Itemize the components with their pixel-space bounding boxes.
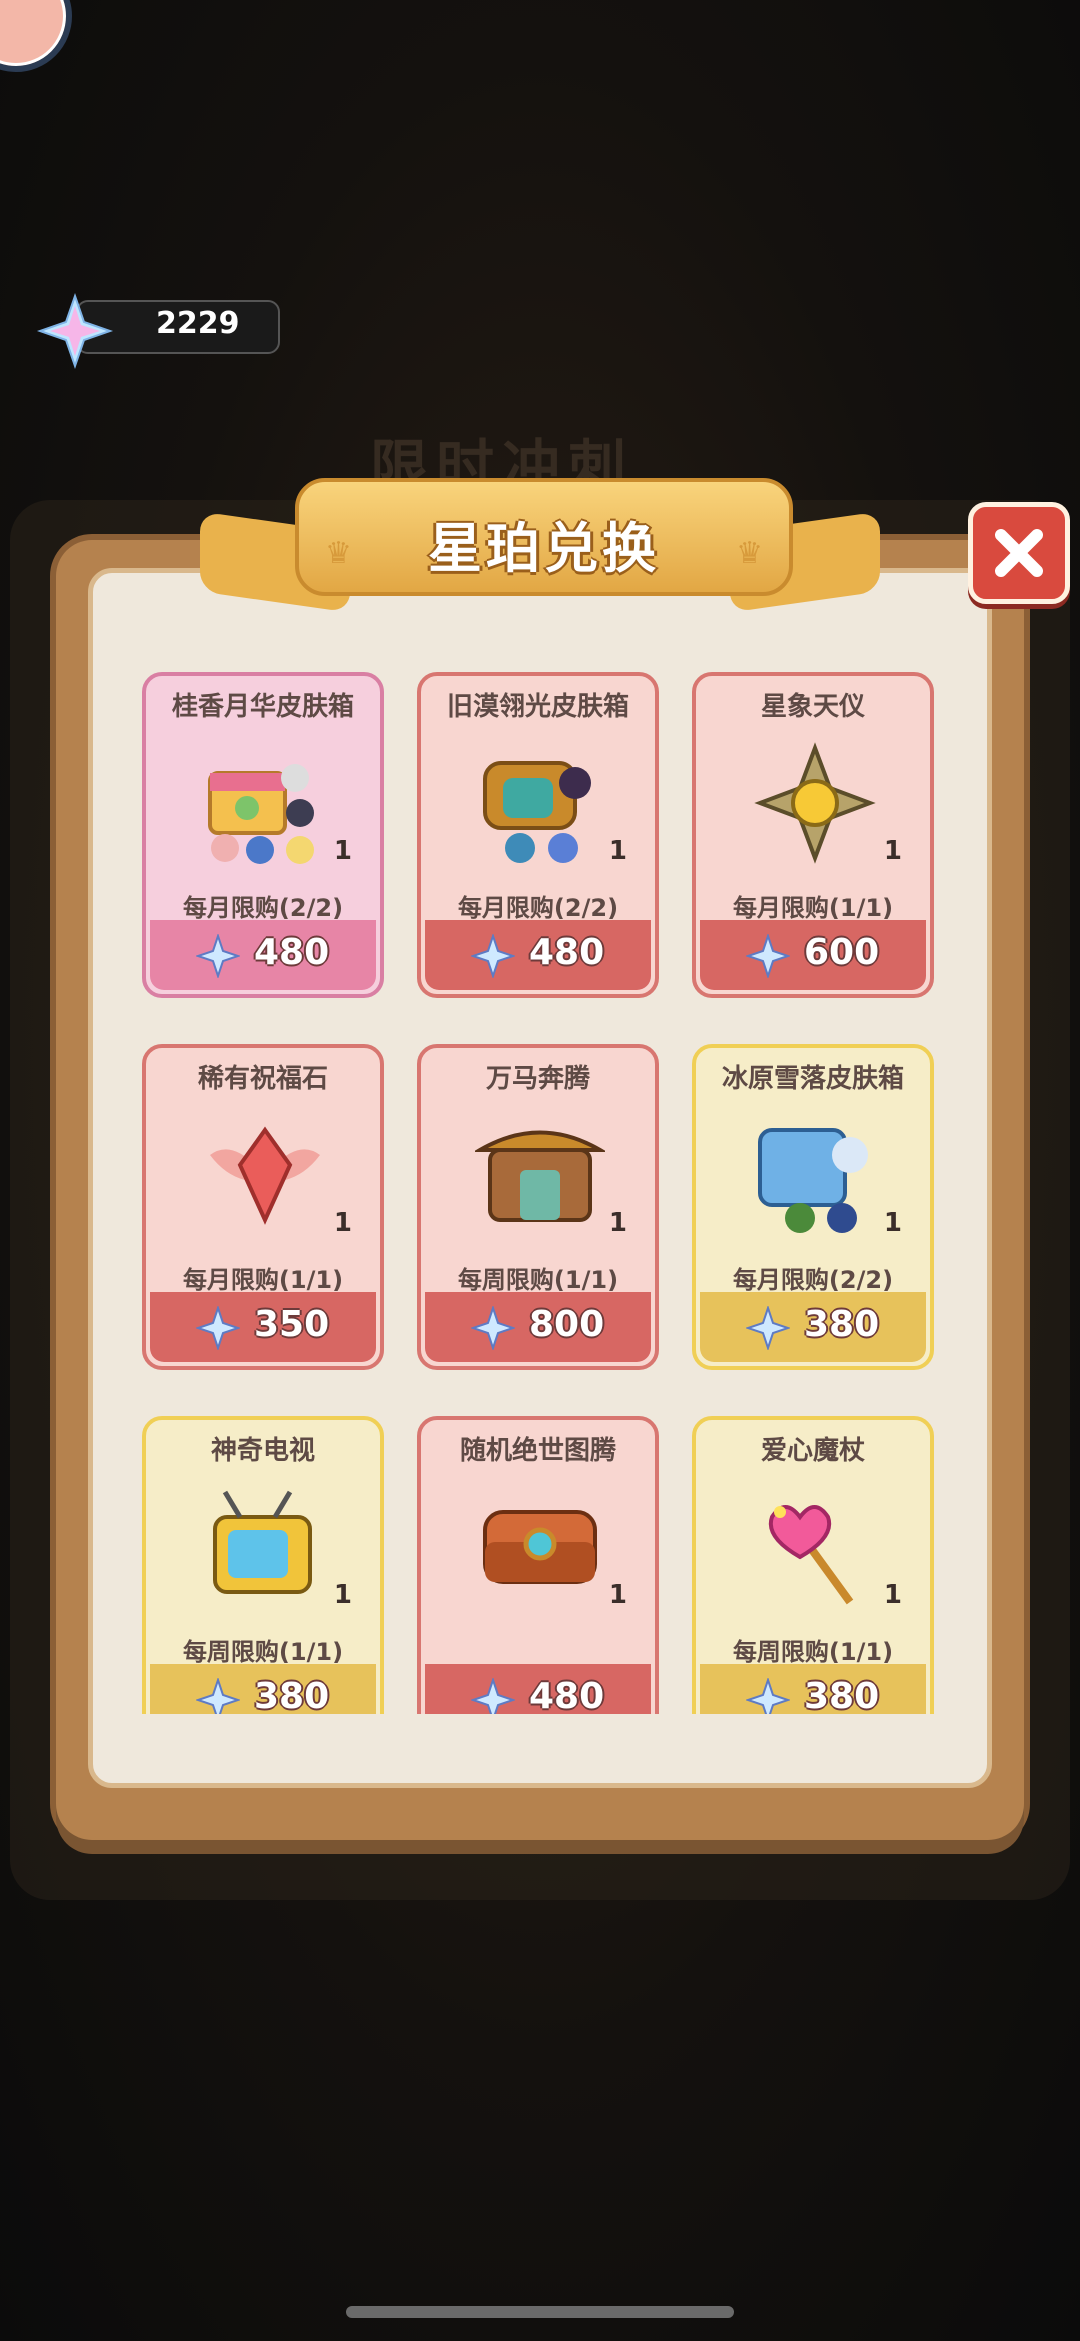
- buy-button[interactable]: 480: [150, 920, 376, 990]
- item-card[interactable]: 冰原雪落皮肤箱 1 每月限购(2/2) 380: [692, 1044, 934, 1370]
- item-name: 爱心魔杖: [760, 1436, 865, 1466]
- dialog-title: 星珀兑换: [428, 517, 660, 580]
- close-x-icon: [995, 529, 1043, 577]
- buy-button[interactable]: 380: [700, 1664, 926, 1714]
- skin-box-icon: [208, 764, 314, 864]
- dialog-title-banner: ♛ ♛ 星珀兑换: [200, 470, 880, 620]
- item-card[interactable]: 爱心魔杖 1 每周限购(1/1) 380: [692, 1416, 934, 1714]
- title-plate: ♛ ♛ 星珀兑换: [295, 478, 793, 596]
- item-card[interactable]: 随机绝世图腾 1 480: [417, 1416, 659, 1714]
- buy-button[interactable]: 480: [425, 920, 651, 990]
- item-quantity: 1: [333, 1580, 352, 1610]
- star-gem-icon: [196, 1306, 240, 1350]
- item-price: 600: [804, 932, 880, 973]
- item-price: 480: [254, 932, 330, 973]
- item-name: 星象天仪: [760, 692, 865, 722]
- currency-display: 2229: [36, 292, 280, 370]
- item-price: 350: [254, 1304, 330, 1345]
- item-name: 神奇电视: [210, 1436, 315, 1466]
- home-indicator[interactable]: [346, 2306, 734, 2318]
- star-gem-icon: [36, 292, 114, 370]
- item-price: 480: [529, 932, 605, 973]
- item-card[interactable]: 桂香月华皮肤箱 1 每月限购(2/2) 480: [142, 672, 384, 998]
- item-grid[interactable]: 桂香月华皮肤箱 1 每月限购(2/2) 480 旧漠翎光皮肤箱 1 每月限购(2…: [142, 672, 938, 1714]
- item-card[interactable]: 稀有祝福石 1 每月限购(1/1) 350: [142, 1044, 384, 1370]
- heart-wand-icon: [768, 1505, 854, 1605]
- item-quantity: 1: [608, 836, 627, 866]
- totem-chest-icon: [483, 1510, 597, 1584]
- winged-gem-icon: [210, 1126, 320, 1225]
- currency-value: 2229: [156, 306, 240, 341]
- star-gem-icon: [471, 934, 515, 978]
- item-name: 桂香月华皮肤箱: [171, 692, 354, 722]
- item-price: 380: [254, 1676, 330, 1714]
- ice-box-icon: [758, 1128, 868, 1233]
- purchase-limit: 每月限购(1/1): [182, 1266, 344, 1294]
- purchase-limit: 每周限购(1/1): [182, 1638, 344, 1666]
- item-price: 480: [529, 1676, 605, 1714]
- purchase-limit: 每月限购(2/2): [182, 894, 344, 922]
- purchase-limit: 每周限购(1/1): [732, 1638, 894, 1666]
- item-name: 稀有祝福石: [197, 1064, 328, 1094]
- star-gem-icon: [196, 1678, 240, 1714]
- star-gem-icon: [746, 1678, 790, 1714]
- buy-button[interactable]: 380: [700, 1292, 926, 1362]
- treasure-chest-icon: [483, 761, 591, 863]
- purchase-limit: 每月限购(2/2): [457, 894, 619, 922]
- item-quantity: 1: [608, 1208, 627, 1238]
- star-gem-icon: [746, 1306, 790, 1350]
- tv-icon: [213, 1490, 312, 1594]
- buy-button[interactable]: 350: [150, 1292, 376, 1362]
- item-card[interactable]: 旧漠翎光皮肤箱 1 每月限购(2/2) 480: [417, 672, 659, 998]
- item-quantity: 1: [883, 1580, 902, 1610]
- buy-button[interactable]: 800: [425, 1292, 651, 1362]
- buy-button[interactable]: 380: [150, 1664, 376, 1714]
- item-card[interactable]: 神奇电视 1 每周限购(1/1) 380: [142, 1416, 384, 1714]
- purchase-limit: 每月限购(1/1): [732, 894, 894, 922]
- item-card[interactable]: 万马奔腾 1 每周限购(1/1) 800: [417, 1044, 659, 1370]
- star-gem-icon: [471, 1306, 515, 1350]
- purchase-limit: 每月限购(2/2): [732, 1266, 894, 1294]
- item-quantity: 1: [608, 1580, 627, 1610]
- item-quantity: 1: [883, 836, 902, 866]
- purchase-limit: 每周限购(1/1): [457, 1266, 619, 1294]
- item-quantity: 1: [333, 1208, 352, 1238]
- item-name: 万马奔腾: [485, 1064, 590, 1094]
- gate-icon: [475, 1130, 605, 1222]
- star-gem-icon: [471, 1678, 515, 1714]
- item-name: 旧漠翎光皮肤箱: [446, 692, 629, 722]
- item-price: 380: [804, 1676, 880, 1714]
- item-price: 380: [804, 1304, 880, 1345]
- item-name: 随机绝世图腾: [459, 1436, 616, 1466]
- item-quantity: 1: [333, 836, 352, 866]
- item-name: 冰原雪落皮肤箱: [721, 1064, 904, 1094]
- item-price: 800: [529, 1304, 605, 1345]
- item-card[interactable]: 星象天仪 1 每月限购(1/1) 600: [692, 672, 934, 998]
- astrolabe-icon: [754, 742, 876, 864]
- item-quantity: 1: [883, 1208, 902, 1238]
- star-gem-icon: [196, 934, 240, 978]
- star-gem-icon: [746, 934, 790, 978]
- close-button[interactable]: [968, 502, 1070, 604]
- buy-button[interactable]: 480: [425, 1664, 651, 1714]
- buy-button[interactable]: 600: [700, 920, 926, 990]
